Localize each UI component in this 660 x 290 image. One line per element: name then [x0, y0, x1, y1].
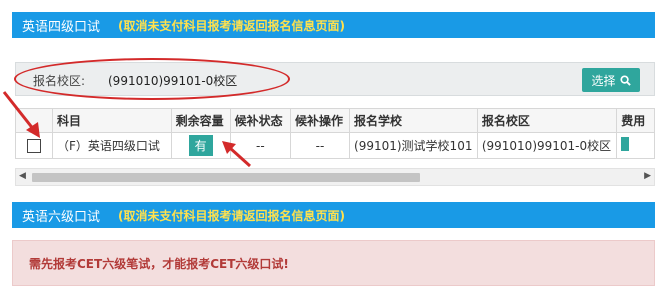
- horizontal-scrollbar[interactable]: ◀ ▶: [15, 168, 655, 186]
- column-header-capacity: 剩余容量: [170, 108, 231, 133]
- cet6-section-title: 英语六级口试: [22, 209, 101, 225]
- choose-campus-button[interactable]: 选择: [582, 68, 640, 92]
- column-header-school: 报名学校: [349, 108, 478, 133]
- cet6-section-header: 英语六级口试 (取消未支付科目报考请返回报名信息页面): [12, 202, 655, 228]
- scroll-right-icon[interactable]: ▶: [644, 171, 651, 181]
- cet6-section-hint: (取消未支付科目报考请返回报名信息页面): [118, 208, 345, 223]
- warning-text: 需先报考CET六级笔试，才能报考CET六级口试!: [29, 256, 289, 271]
- capacity-badge: 有: [188, 135, 213, 156]
- fee-button-partial[interactable]: [621, 137, 630, 151]
- table-row: （F）英语四级口试 有 -- -- (99101)测试学校101 (991010…: [15, 132, 655, 159]
- cell-campus: (991010)99101-0校区: [476, 132, 618, 159]
- cet4-section-hint: (取消未支付科目报考请返回报名信息页面): [118, 18, 345, 33]
- prerequisite-warning: 需先报考CET六级笔试，才能报考CET六级口试!: [12, 240, 655, 286]
- search-icon: [619, 74, 631, 86]
- column-header-fee: 费用: [616, 108, 655, 133]
- subject-table: 科目 剩余容量 候补状态 候补操作 报名学校 报名校区 费用 （F）英语四级口试…: [15, 108, 655, 159]
- column-header-waitlist-action: 候补操作: [290, 108, 351, 133]
- cell-waitlist-action: --: [290, 132, 351, 159]
- scroll-left-icon[interactable]: ◀: [19, 171, 26, 181]
- annotation-arrow-checkbox: [2, 91, 40, 138]
- cet4-section-header: 英语四级口试 (取消未支付科目报考请返回报名信息页面): [12, 12, 655, 38]
- column-header-campus: 报名校区: [476, 108, 618, 133]
- column-header-subject: 科目: [52, 108, 172, 133]
- annotation-arrow-capacity: [222, 141, 252, 168]
- choose-button-label: 选择: [591, 73, 616, 88]
- cell-subject: （F）英语四级口试: [52, 132, 172, 159]
- cell-fee: [616, 132, 655, 159]
- subject-table-wrapper: 科目 剩余容量 候补状态 候补操作 报名学校 报名校区 费用 （F）英语四级口试…: [15, 108, 655, 164]
- table-header-row: 科目 剩余容量 候补状态 候补操作 报名学校 报名校区 费用: [15, 108, 655, 133]
- cet4-section-title: 英语四级口试: [22, 19, 101, 35]
- scrollbar-thumb[interactable]: [32, 173, 420, 182]
- column-header-waitlist-status: 候补状态: [229, 108, 292, 133]
- cell-school: (99101)测试学校101: [349, 132, 478, 159]
